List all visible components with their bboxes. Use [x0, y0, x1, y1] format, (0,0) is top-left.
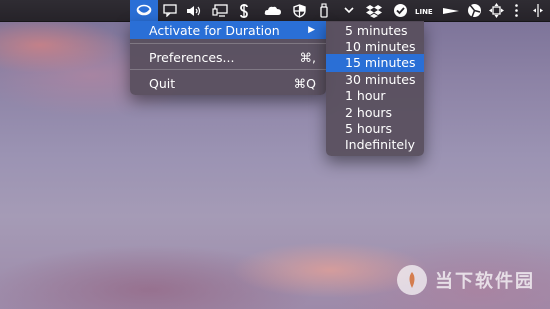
duration-label: 5 minutes — [345, 22, 408, 38]
duration-item[interactable]: 5 minutes — [326, 21, 424, 39]
duration-label: 30 minutes — [345, 71, 416, 87]
duration-label: Indefinitely — [345, 137, 415, 153]
quit-shortcut: ⌘Q — [293, 75, 316, 91]
shield-icon[interactable] — [290, 0, 308, 21]
svg-text:LINE: LINE — [415, 8, 433, 16]
duration-label: 10 minutes — [345, 38, 416, 54]
watermark-logo-icon — [397, 265, 427, 295]
quit-item[interactable]: Quit ⌘Q — [130, 74, 326, 92]
volume-icon[interactable] — [184, 0, 204, 21]
duration-label: 2 hours — [345, 104, 393, 120]
duration-item[interactable]: 30 minutes — [326, 70, 424, 88]
activate-for-duration-item[interactable]: Activate for Duration ▶ — [130, 21, 326, 39]
preferences-item[interactable]: Preferences... ⌘, — [130, 48, 326, 66]
menu-icon[interactable] — [508, 0, 524, 21]
checkmark-circle-icon[interactable] — [390, 0, 410, 21]
duration-label: 15 minutes — [345, 55, 416, 71]
usb-drive-icon[interactable] — [316, 0, 332, 21]
duration-label: 5 hours — [345, 120, 393, 136]
menu-separator — [130, 69, 326, 70]
quit-label: Quit — [149, 75, 176, 91]
duration-item[interactable]: 2 hours — [326, 103, 424, 121]
duration-item[interactable]: Indefinitely — [326, 136, 424, 154]
move-arrows-icon[interactable] — [486, 0, 506, 21]
watermark: 当下软件园 — [397, 260, 535, 300]
menu-bar: LINE — [0, 0, 550, 22]
duration-submenu: 5 minutes 10 minutes 15 minutes 30 minut… — [326, 21, 424, 156]
split-icon[interactable] — [530, 0, 546, 21]
duration-item[interactable]: 5 hours — [326, 119, 424, 137]
preferences-label: Preferences... — [149, 49, 235, 65]
duration-item[interactable]: 15 minutes — [326, 53, 424, 72]
submenu-arrow-icon: ▶ — [308, 25, 315, 35]
pie-chart-icon[interactable] — [464, 0, 484, 21]
display-icon[interactable] — [210, 0, 230, 21]
message-bubble-icon[interactable] — [160, 0, 180, 21]
dollar-icon[interactable] — [236, 0, 252, 21]
amphetamine-menu: Activate for Duration ▶ Preferences... ⌘… — [130, 21, 326, 95]
activate-for-duration-label: Activate for Duration — [149, 22, 280, 38]
chevron-down-icon[interactable] — [342, 0, 356, 21]
dropbox-icon[interactable] — [364, 0, 384, 21]
duration-item[interactable]: 1 hour — [326, 87, 424, 105]
watermark-text: 当下软件园 — [435, 271, 535, 292]
amphetamine-icon[interactable] — [130, 0, 158, 21]
preferences-shortcut: ⌘, — [299, 49, 316, 65]
tracker-icon[interactable] — [440, 0, 462, 21]
duration-item[interactable]: 10 minutes — [326, 37, 424, 55]
duration-label: 1 hour — [345, 88, 386, 104]
line-app-icon[interactable]: LINE — [414, 0, 436, 21]
menu-separator — [130, 43, 326, 44]
onedrive-cloud-icon[interactable] — [262, 0, 284, 21]
